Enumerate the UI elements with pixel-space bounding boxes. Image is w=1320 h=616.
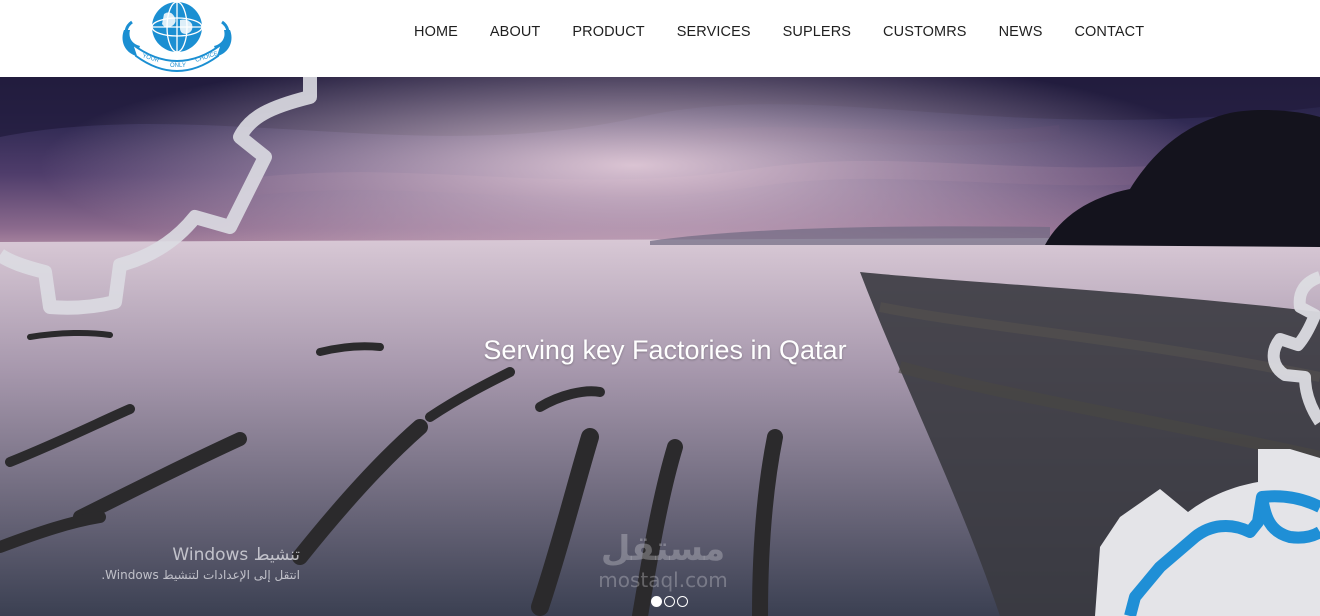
- nav-product[interactable]: PRODUCT: [556, 24, 660, 40]
- nav-customers[interactable]: CUSTOMRS: [867, 24, 983, 40]
- mostaql-watermark: مستقل mostaql.com: [578, 529, 748, 591]
- globe-logo-icon: YOUR ONLY CHOICE: [122, 1, 232, 72]
- nav-about[interactable]: ABOUT: [474, 24, 556, 40]
- site-header: YOUR ONLY CHOICE HOME ABOUT PRODUCT SERV…: [0, 0, 1320, 77]
- nav-news[interactable]: NEWS: [983, 24, 1059, 40]
- windows-activation-notice: تنشيط Windows انتقل إلى الإعدادات لتنشيط…: [60, 544, 300, 584]
- company-logo[interactable]: YOUR ONLY CHOICE: [118, 0, 236, 74]
- slider-dot-2[interactable]: [664, 596, 675, 607]
- logo-text-only: ONLY: [170, 63, 186, 69]
- slider-dot-1[interactable]: [651, 596, 662, 607]
- nav-home[interactable]: HOME: [398, 24, 474, 40]
- slider-pagination: [651, 596, 688, 607]
- watermark-arabic-text: مستقل: [600, 529, 726, 569]
- windows-activation-subtitle: انتقل إلى الإعدادات لتنشيط Windows.: [101, 568, 300, 582]
- windows-activation-title: تنشيط Windows: [172, 545, 300, 565]
- nav-suppliers[interactable]: SUPLERS: [767, 24, 867, 40]
- hero-caption: Serving key Factories in Qatar: [483, 335, 847, 365]
- watermark-url-text: mostaql.com: [598, 568, 728, 592]
- nav-contact[interactable]: CONTACT: [1058, 24, 1160, 40]
- nav-services[interactable]: SERVICES: [661, 24, 767, 40]
- hero-slider: Serving key Factories in Qatar تنشيط Win…: [0, 77, 1320, 616]
- main-navigation: HOME ABOUT PRODUCT SERVICES SUPLERS CUST…: [398, 0, 1160, 64]
- slider-dot-3[interactable]: [677, 596, 688, 607]
